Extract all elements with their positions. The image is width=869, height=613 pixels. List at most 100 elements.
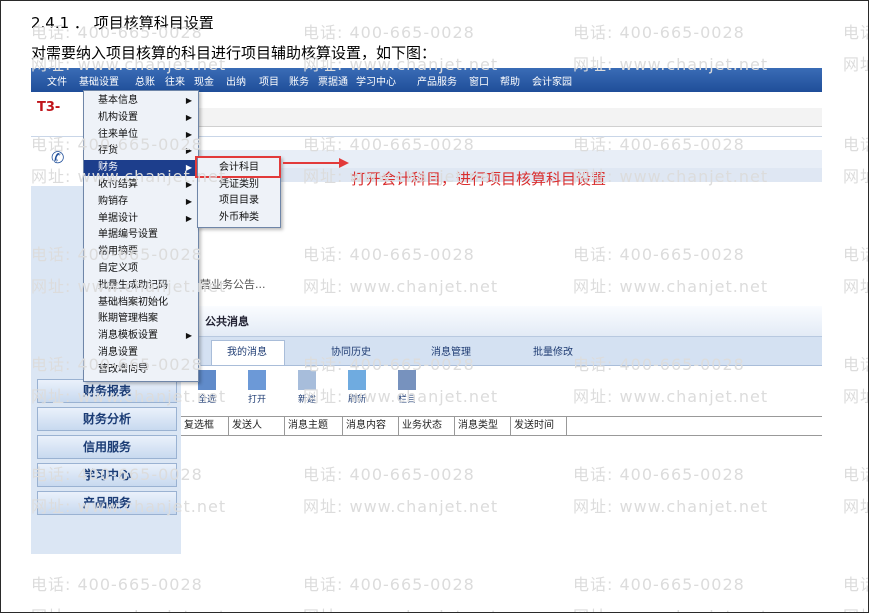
submenu-item[interactable]: 外币种类 xyxy=(198,210,280,226)
toolbar-button[interactable]: 打开 xyxy=(237,370,277,414)
watermark-phone: 电话: 400-665-0028 xyxy=(843,575,868,594)
grid-column-header: 发送时间 xyxy=(511,417,567,435)
grid-column-header: 复选框 xyxy=(181,417,229,435)
menu-item-label: 基本信息 xyxy=(98,95,138,106)
watermark-site: 网址: www.chanjet.net xyxy=(573,167,769,186)
menubar-item[interactable]: 账务 xyxy=(289,73,309,88)
watermark-phone: 电话: 400-665-0028 xyxy=(573,245,745,264)
message-tab[interactable]: 批量修改 xyxy=(533,343,573,358)
menubar-item[interactable]: 会计家园 xyxy=(532,73,572,88)
chevron-right-icon: ▶ xyxy=(185,331,192,341)
menubar-item[interactable]: 出纳 xyxy=(226,73,246,88)
watermark-phone: 电话: 400-665-0028 xyxy=(573,23,745,42)
watermark-phone: 电话: 400-665-0028 xyxy=(843,355,868,374)
watermark-site: 网址: www.chanjet.net xyxy=(303,497,499,516)
menubar-item[interactable]: 往来 xyxy=(165,73,185,88)
menu-item[interactable]: 基本信息 ▶ xyxy=(84,93,198,109)
watermark-phone: 电话: 400-665-0028 xyxy=(31,465,203,484)
grid-header: 复选框 发送人 消息主题 消息内容 业务状态 消息类型 发送时间 xyxy=(181,416,822,436)
watermark-phone: 电话: 400-665-0028 xyxy=(31,245,203,264)
menu-item-label: 账期管理档案 xyxy=(98,313,158,325)
nav-button[interactable]: 财务分析 xyxy=(37,407,177,431)
watermark-site: 网址: www.chanjet.net xyxy=(573,603,768,612)
chevron-right-icon: ▶ xyxy=(185,96,192,105)
watermark-phone: 电话: 400-665-0028 xyxy=(573,135,745,154)
grid-column-header: 消息类型 xyxy=(455,417,511,435)
watermark-phone: 电话: 400-665-0028 xyxy=(303,575,475,594)
toolbar-label: 打开 xyxy=(247,395,266,405)
panel-title: 公共消息 xyxy=(205,315,249,328)
watermark-site: 网址: www.chanjet.net xyxy=(31,603,226,612)
menubar-item[interactable]: 总账 xyxy=(135,73,155,88)
watermark-site: 网址: www.chanjet.net xyxy=(573,497,769,516)
watermark-phone: 电话: 400-665-0028 xyxy=(31,135,203,154)
watermark-site: 网址: www.chanjet.net xyxy=(303,603,498,612)
menubar-item[interactable]: 票据通 xyxy=(318,73,348,88)
panel-header: 公共消息 xyxy=(181,306,822,337)
document-page: 2.4.1 ． 项目核算科目设置 对需要纳入项目核算的科目进行项目辅助核算设置，… xyxy=(0,0,869,613)
watermark-site: 网址: www.chanjet.net xyxy=(843,603,868,612)
message-tab[interactable]: 我的消息 xyxy=(227,343,267,358)
menubar-item[interactable]: 文件 xyxy=(47,73,67,88)
chevron-right-icon: ▶ xyxy=(185,213,192,223)
watermark-phone: 电话: 400-665-0028 xyxy=(31,355,203,374)
menubar-item[interactable]: 基础设置 xyxy=(79,73,119,88)
watermark-site: 网址: www.chanjet.net xyxy=(843,497,868,516)
menubar-item[interactable]: 现金 xyxy=(194,73,214,88)
watermark-site: 网址: www.chanjet.net xyxy=(843,55,868,74)
menu-item[interactable]: 单据设计 ▶ xyxy=(84,211,198,227)
watermark-phone: 电话: 400-665-0028 xyxy=(303,23,475,42)
menu-item[interactable]: 机构设置 ▶ xyxy=(84,110,198,126)
grid-column-header: 消息主题 xyxy=(285,417,343,435)
watermark-site: 网址: www.chanjet.net xyxy=(31,497,227,516)
grid-column-header: 消息内容 xyxy=(343,417,399,435)
watermark-site: 网址: www.chanjet.net xyxy=(303,387,499,406)
submenu-item[interactable]: 项目目录 xyxy=(198,193,280,209)
chevron-right-icon: ▶ xyxy=(185,112,192,122)
watermark-site: 网址: www.chanjet.net xyxy=(31,167,227,186)
open-icon xyxy=(248,370,266,390)
watermark-site: 网址: www.chanjet.net xyxy=(573,277,769,296)
watermark-site: 网址: www.chanjet.net xyxy=(843,387,868,406)
watermark-phone: 电话: 400-665-0028 xyxy=(843,245,868,264)
watermark-phone: 电话: 400-665-0028 xyxy=(303,465,475,484)
app-logo: T3- xyxy=(37,100,61,115)
watermark-site: 网址: www.chanjet.net xyxy=(31,387,227,406)
menubar-item[interactable]: 产品服务 xyxy=(417,73,457,88)
menu-item[interactable]: 账期管理档案 xyxy=(84,311,198,327)
watermark-site: 网址: www.chanjet.net xyxy=(303,167,499,186)
watermark-phone: 电话: 400-665-0028 xyxy=(303,355,475,374)
watermark-site: 网址: www.chanjet.net xyxy=(303,277,499,296)
menu-item-label: 单据编号设置 xyxy=(98,229,158,241)
grid-column-header: 发送人 xyxy=(229,417,285,435)
watermark-phone: 电话: 400-665-0028 xyxy=(573,465,745,484)
watermark-phone: 电话: 400-665-0028 xyxy=(31,575,203,594)
menubar-item[interactable]: 窗口 xyxy=(469,73,489,88)
menu-item-label: 购销存 xyxy=(98,195,128,207)
menu-item[interactable]: 消息模板设置 ▶ xyxy=(84,328,198,344)
watermark-site: 网址: www.chanjet.net xyxy=(573,387,769,406)
menubar-item[interactable]: 学习中心 xyxy=(356,73,396,88)
watermark-site: 网址: www.chanjet.net xyxy=(31,277,227,296)
nav-button[interactable]: 信用服务 xyxy=(37,435,177,459)
watermark-phone: 电话: 400-665-0028 xyxy=(843,465,868,484)
watermark-phone: 电话: 400-665-0028 xyxy=(843,23,868,42)
menu-item-label: 机构设置 xyxy=(98,111,138,123)
watermark-phone: 电话: 400-665-0028 xyxy=(31,23,203,42)
watermark-phone: 电话: 400-665-0028 xyxy=(573,355,745,374)
menu-item-label: 消息模板设置 xyxy=(98,330,158,342)
menu-item-label: 单据设计 xyxy=(98,212,138,224)
menubar-item[interactable]: 项目 xyxy=(259,73,279,88)
menu-item[interactable]: 购销存 ▶ xyxy=(84,194,198,210)
chevron-right-icon: ▶ xyxy=(185,196,192,206)
watermark-phone: 电话: 400-665-0028 xyxy=(303,245,475,264)
watermark-phone: 电话: 400-665-0028 xyxy=(573,575,745,594)
grid-column-header: 业务状态 xyxy=(399,417,455,435)
watermark-phone: 电话: 400-665-0028 xyxy=(303,135,475,154)
watermark-site: 网址: www.chanjet.net xyxy=(573,55,769,74)
watermark-site: 网址: www.chanjet.net xyxy=(31,55,227,74)
watermark-site: 网址: www.chanjet.net xyxy=(843,277,868,296)
top-strip xyxy=(181,108,822,127)
menubar-item[interactable]: 帮助 xyxy=(500,73,520,88)
watermark-site: 网址: www.chanjet.net xyxy=(303,55,499,74)
